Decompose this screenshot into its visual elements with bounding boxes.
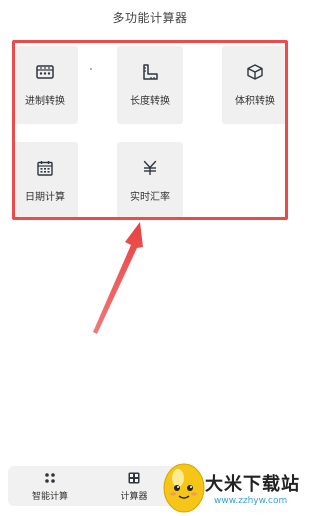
apps-grid-icon xyxy=(43,471,57,485)
calculator-icon xyxy=(127,471,141,485)
watermark-url: www.zzhyw.com xyxy=(214,496,288,506)
nav-item-smart-calc[interactable]: 智能计算 xyxy=(8,466,92,506)
nav-label: 计算器 xyxy=(120,492,148,502)
annotation-highlight-box xyxy=(12,40,288,220)
nav-label: 智能计算 xyxy=(31,492,68,502)
page-title: 多功能计算器 xyxy=(112,11,188,25)
watermark-text: 大米下载站 xyxy=(205,474,300,495)
bottom-nav: 智能计算 计算器 xyxy=(8,466,176,506)
